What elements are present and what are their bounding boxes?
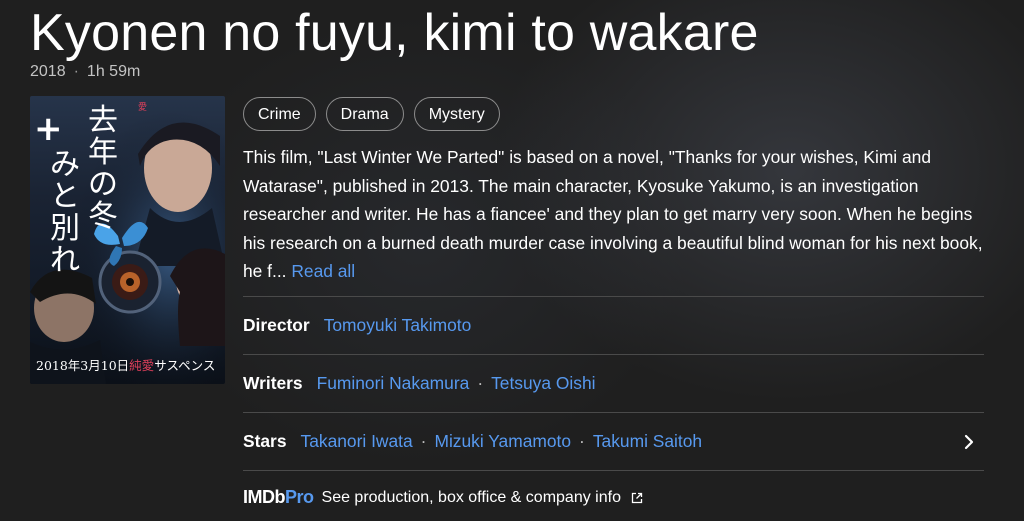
writer-name-link[interactable]: Fuminori Nakamura <box>317 373 470 394</box>
name-separator: · <box>579 431 585 451</box>
credit-row-director: Director Tomoyuki Takimoto <box>243 296 984 354</box>
poster-artwork: 去 年 の 冬 + み と 別 れ 愛 <box>30 96 225 384</box>
star-name-link[interactable]: Mizuki Yamamoto <box>434 431 571 452</box>
writers-label[interactable]: Writers <box>243 373 303 394</box>
movie-poster[interactable]: 去 年 の 冬 + み と 別 れ 愛 2018年3月10日純愛サスペンス <box>30 96 225 384</box>
svg-text:れ: れ <box>50 243 80 278</box>
star-name-link[interactable]: Takumi Saitoh <box>593 431 702 452</box>
external-link-icon <box>631 492 643 503</box>
poster-tagline-accent: 純愛 <box>129 358 155 373</box>
meta-separator: · <box>73 63 79 80</box>
plot-summary: This film, "Last Winter We Parted" is ba… <box>243 143 988 286</box>
svg-text:去: 去 <box>88 103 118 138</box>
poster-date: 2018年3月10日 <box>36 358 130 373</box>
svg-text:別: 別 <box>50 211 80 246</box>
imdbpro-logo: IMDbPro <box>243 487 314 508</box>
imdbpro-logo-pro: Pro <box>285 487 314 507</box>
svg-text:愛: 愛 <box>138 101 147 113</box>
title-meta: 2018 · 1h 59m <box>30 63 140 81</box>
svg-text:冬: 冬 <box>88 199 118 234</box>
poster-tagline: サスペンス <box>154 358 216 373</box>
svg-text:み: み <box>50 147 80 182</box>
imdbpro-logo-imdb: IMDb <box>243 487 286 507</box>
name-separator: · <box>477 373 484 393</box>
principal-credits: Director Tomoyuki Takimoto Writers Fumin… <box>243 296 984 471</box>
genre-chip-drama[interactable]: Drama <box>325 97 404 131</box>
svg-text:年: 年 <box>88 135 118 170</box>
chevron-right-icon[interactable] <box>960 433 978 451</box>
star-name-link[interactable]: Takanori Iwata <box>301 431 413 452</box>
runtime: 1h 59m <box>86 63 141 80</box>
read-all-link[interactable]: Read all <box>291 261 355 281</box>
poster-release-caption: 2018年3月10日純愛サスペンス <box>36 355 215 374</box>
writer-name-link[interactable]: Tetsuya Oishi <box>491 373 595 394</box>
page-title: Kyonen no fuyu, kimi to wakare <box>30 4 759 62</box>
svg-text:と: と <box>50 179 80 214</box>
imdbpro-link-text[interactable]: See production, box office & company inf… <box>322 489 621 507</box>
genre-chips: Crime Drama Mystery <box>243 97 500 131</box>
imdbpro-promo[interactable]: IMDbPro See production, box office & com… <box>243 487 643 508</box>
stars-label[interactable]: Stars <box>243 431 287 452</box>
svg-text:の: の <box>88 167 118 202</box>
director-name-link[interactable]: Tomoyuki Takimoto <box>324 315 472 336</box>
credit-row-writers: Writers Fuminori Nakamura · Tetsuya Oish… <box>243 354 984 412</box>
credit-row-stars[interactable]: Stars Takanori Iwata · Mizuki Yamamoto ·… <box>243 412 984 471</box>
release-year[interactable]: 2018 <box>30 63 66 81</box>
genre-chip-crime[interactable]: Crime <box>243 97 316 131</box>
director-label[interactable]: Director <box>243 315 310 336</box>
title-page: Kyonen no fuyu, kimi to wakare 2018 · 1h… <box>0 0 1024 521</box>
genre-chip-mystery[interactable]: Mystery <box>413 97 500 131</box>
name-separator: · <box>420 431 427 451</box>
svg-text:+: + <box>34 109 63 149</box>
